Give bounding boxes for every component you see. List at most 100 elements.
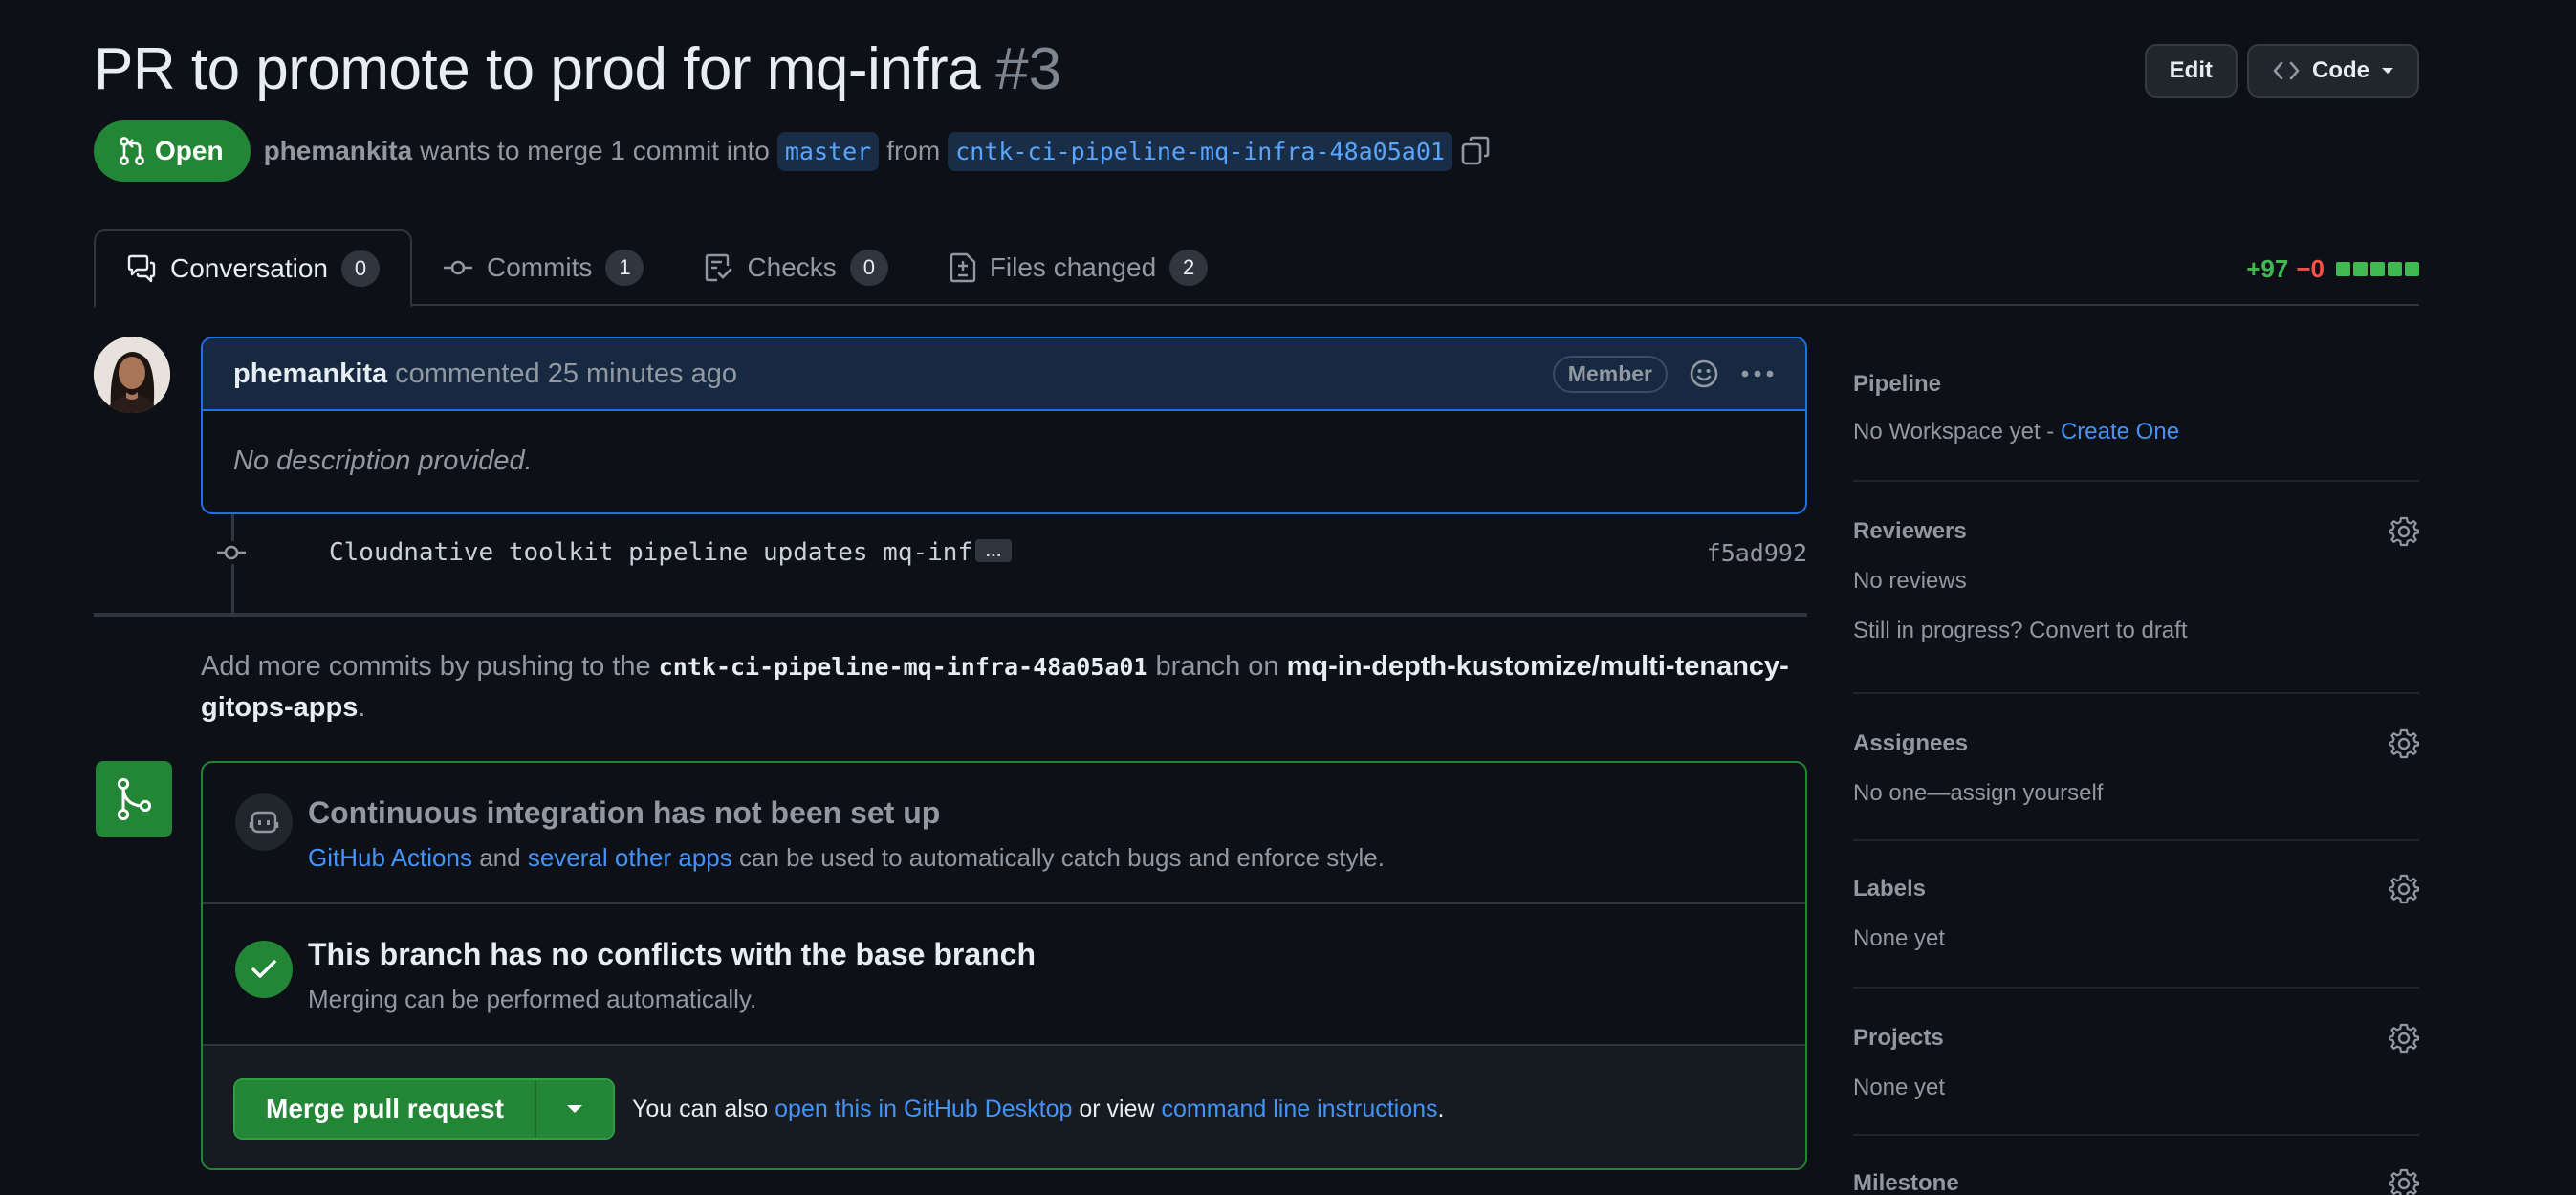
convert-to-draft-link[interactable]: Still in progress? Convert to draft (1853, 618, 2188, 644)
ci-description: GitHub Actions and several other apps ca… (308, 843, 1385, 873)
projects-gear-icon[interactable] (2389, 1023, 2419, 1054)
push-hint-suffix: . (358, 692, 366, 723)
commit-message[interactable]: Cloudnative toolkit pipeline updates mq-… (329, 538, 1002, 567)
tab-label: Commits (486, 252, 593, 282)
sidebar-reviewers-text: No reviews (1853, 568, 1967, 594)
pr-author-link[interactable]: phemankita (264, 136, 413, 166)
tab-conversation[interactable]: Conversation 0 (94, 229, 412, 308)
github-desktop-link[interactable]: open this in GitHub Desktop (775, 1096, 1072, 1122)
diffstat-block (2353, 262, 2368, 276)
header-actions: Edit Code (2144, 44, 2419, 98)
tab-counter: 0 (849, 250, 888, 286)
sidebar-reviewers-title[interactable]: Reviewers (1853, 518, 1967, 545)
sidebar-assignees: Assignees No one—assign yourself (1853, 694, 2419, 841)
merge-note: You can also open this in GitHub Desktop… (632, 1096, 1445, 1123)
pr-tabs-bar: Conversation 0 Commits 1 Checks 0 Files … (94, 229, 2419, 308)
edit-button[interactable]: Edit (2144, 44, 2238, 98)
merge-summary: phemankita wants to merge 1 commit into … (264, 131, 1491, 171)
merge-summary-from: from (886, 136, 941, 165)
commit-row: Cloudnative toolkit pipeline updates mq-… (201, 532, 1807, 574)
tab-counter: 1 (605, 250, 644, 286)
push-hint-branch: cntk-ci-pipeline-mq-infra-48a05a01 (658, 653, 1148, 681)
ci-section: Continuous integration has not been set … (203, 763, 1805, 904)
pr-tabs: Conversation 0 Commits 1 Checks 0 Files … (94, 229, 2419, 308)
diffstat-deletions: −0 (2296, 254, 2325, 283)
pr-title-row: PR to promote to prod for mq-infra #3 (94, 33, 1061, 105)
caret-down-icon (2381, 66, 2394, 76)
diffstat-additions: +97 (2246, 254, 2289, 283)
merge-note-suffix: . (1437, 1095, 1445, 1122)
command-line-link[interactable]: command line instructions (1162, 1096, 1438, 1122)
merge-note-middle: or view (1079, 1095, 1155, 1122)
tab-label: Checks (747, 252, 837, 282)
avatar[interactable] (94, 337, 170, 413)
merge-footer: Merge pull request You can also open thi… (203, 1046, 1805, 1168)
commit-sha[interactable]: f5ad992 (1707, 539, 1807, 567)
conflicts-heading: This branch has no conflicts with the ba… (308, 937, 1037, 971)
merge-method-dropdown[interactable] (535, 1080, 613, 1138)
merge-pull-request-button[interactable]: Merge pull request (235, 1080, 536, 1138)
pr-state-badge: Open (94, 120, 251, 182)
edit-button-label: Edit (2169, 57, 2213, 83)
assignees-gear-icon[interactable] (2389, 728, 2419, 759)
ci-heading: Continuous integration has not been set … (308, 795, 941, 830)
smiley-icon[interactable] (1689, 358, 1719, 389)
sidebar-projects-text: None yet (1853, 1075, 1946, 1100)
assign-yourself-link[interactable]: No one—assign yourself (1853, 780, 2103, 807)
pr-number: #3 (995, 35, 1062, 102)
merge-box: Continuous integration has not been set … (201, 761, 1807, 1170)
commit-expand-button[interactable]: … (975, 539, 1012, 562)
ci-and: and (479, 843, 521, 872)
comment-time[interactable]: 25 minutes ago (548, 358, 737, 390)
caret-down-icon (566, 1103, 583, 1115)
comment-action: commented (395, 358, 540, 389)
push-hint: Add more commits by pushing to the cntk-… (201, 646, 1807, 728)
head-branch[interactable]: cntk-ci-pipeline-mq-infra-48a05a01 (948, 131, 1452, 171)
copy-icon[interactable] (1460, 135, 1491, 167)
git-commit-icon (443, 258, 473, 277)
copilot-robot-icon (235, 793, 293, 851)
sidebar-projects: Projects None yet (1853, 989, 2419, 1136)
labels-gear-icon[interactable] (2389, 874, 2419, 904)
comment-header: phemankita commented 25 minutes ago Memb… (203, 338, 1805, 411)
code-button[interactable]: Code (2247, 44, 2419, 98)
create-workspace-link[interactable]: Create One (2061, 419, 2179, 445)
merge-note-prefix: You can also (631, 1095, 769, 1122)
code-icon (2272, 60, 2301, 81)
diffstat-block (2405, 262, 2419, 276)
sidebar-labels-text: None yet (1853, 925, 1946, 951)
git-commit-icon (215, 532, 248, 574)
pr-meta-row: Open phemankita wants to merge 1 commit … (94, 120, 1491, 182)
comment-actions: Member (1552, 355, 1775, 393)
sidebar-milestone-title[interactable]: Milestone (1853, 1170, 1959, 1195)
sidebar-pipeline: Pipeline No Workspace yet - Create One (1853, 337, 2419, 482)
tab-counter: 0 (340, 250, 380, 287)
reviewers-gear-icon[interactable] (2389, 516, 2419, 547)
diffstat-block (2370, 262, 2385, 276)
other-apps-link[interactable]: several other apps (528, 843, 732, 872)
diffstat-block (2388, 262, 2402, 276)
check-icon (235, 941, 293, 998)
tab-files-changed[interactable]: Files changed 2 (919, 229, 1238, 306)
comment-discussion-icon (126, 254, 157, 283)
code-button-label: Code (2312, 57, 2369, 83)
tab-commits[interactable]: Commits 1 (412, 229, 674, 306)
conflicts-section: This branch has no conflicts with the ba… (203, 904, 1805, 1046)
milestone-gear-icon[interactable] (2389, 1168, 2419, 1195)
tab-label: Conversation (170, 253, 328, 283)
tab-checks[interactable]: Checks 0 (674, 229, 918, 306)
checklist-icon (705, 252, 733, 283)
pr-state-label: Open (155, 136, 224, 165)
sidebar-labels-title[interactable]: Labels (1853, 876, 1926, 902)
sidebar-assignees-title[interactable]: Assignees (1853, 730, 1968, 757)
push-hint-middle: branch on (1155, 651, 1279, 682)
github-actions-link[interactable]: GitHub Actions (308, 843, 472, 872)
base-branch[interactable]: master (776, 131, 880, 171)
tab-label: Files changed (989, 252, 1157, 282)
pr-sidebar: Pipeline No Workspace yet - Create One R… (1853, 337, 2419, 1195)
tab-counter: 2 (1169, 250, 1209, 286)
comment-author[interactable]: phemankita (233, 358, 387, 390)
diffstat-blocks (2336, 262, 2419, 276)
sidebar-projects-title[interactable]: Projects (1853, 1025, 1944, 1052)
kebab-horizontal-icon[interactable] (1740, 369, 1775, 379)
